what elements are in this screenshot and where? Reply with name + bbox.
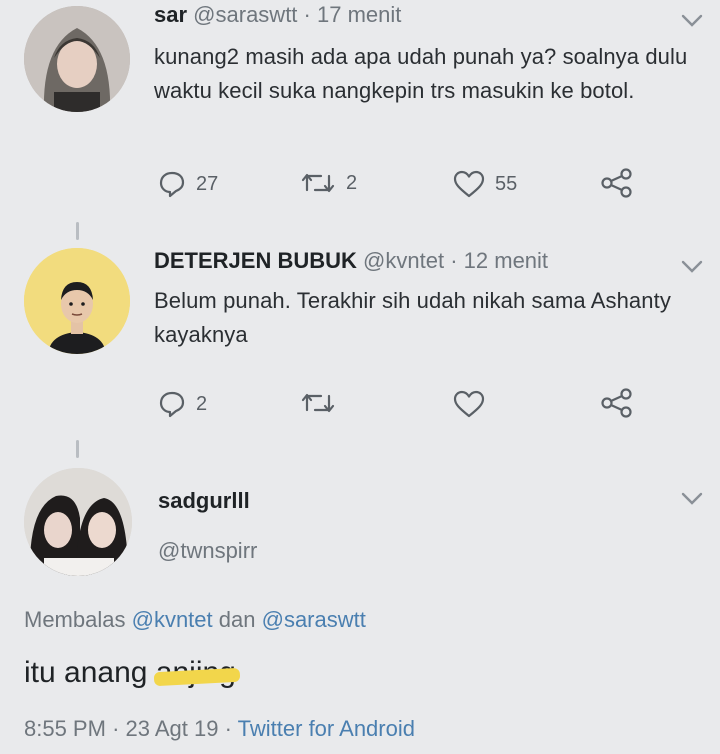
avatar[interactable] bbox=[24, 6, 130, 112]
display-name[interactable]: sadgurlll bbox=[158, 488, 250, 514]
handle[interactable]: @saraswtt bbox=[193, 2, 297, 27]
share-icon[interactable] bbox=[600, 168, 634, 198]
avatar-photo-icon bbox=[24, 6, 130, 112]
tweet-header: sar @saraswtt · 17 menit bbox=[154, 2, 401, 28]
handle[interactable]: @twnspirr bbox=[158, 538, 257, 564]
chevron-down-icon[interactable] bbox=[681, 14, 703, 28]
timestamp[interactable]: 12 menit bbox=[464, 248, 548, 273]
chevron-down-icon[interactable] bbox=[681, 260, 703, 274]
date: 23 Agt 19 bbox=[125, 716, 219, 741]
tweet-text: itu anang anjing bbox=[24, 656, 236, 690]
reply-button[interactable]: 27 bbox=[158, 170, 218, 198]
reply-icon bbox=[159, 171, 185, 198]
source-link[interactable]: Twitter for Android bbox=[238, 716, 415, 741]
separator: · bbox=[303, 2, 311, 27]
like-icon bbox=[453, 390, 485, 418]
timestamp[interactable]: 17 menit bbox=[317, 2, 401, 27]
reply-count: 2 bbox=[196, 393, 208, 415]
tweet-header: DETERJEN BUBUK @kvntet · 12 menit bbox=[154, 248, 548, 274]
tweet-footer: 8:55 PM · 23 Agt 19 · Twitter for Androi… bbox=[24, 716, 415, 742]
replying-prefix: Membalas bbox=[24, 607, 126, 632]
retweet-icon bbox=[301, 393, 335, 413]
handle[interactable]: @kvntet bbox=[363, 248, 444, 273]
separator: · bbox=[112, 716, 120, 741]
like-count: 55 bbox=[495, 173, 518, 195]
separator: · bbox=[450, 248, 458, 273]
retweet-icon bbox=[301, 173, 335, 193]
mention-link[interactable]: @saraswtt bbox=[262, 607, 366, 632]
separator: · bbox=[224, 716, 232, 741]
like-icon bbox=[453, 170, 485, 198]
timestamp: 8:55 PM bbox=[24, 716, 106, 741]
reply-count: 27 bbox=[196, 173, 219, 195]
replying-and: dan bbox=[218, 607, 256, 632]
display-name[interactable]: DETERJEN BUBUK bbox=[154, 248, 357, 273]
thread-line bbox=[76, 222, 79, 240]
reply-icon bbox=[159, 391, 185, 418]
avatar[interactable] bbox=[24, 468, 132, 576]
avatar[interactable] bbox=[24, 248, 130, 354]
chevron-down-icon[interactable] bbox=[681, 492, 703, 506]
replying-to: Membalas @kvntet dan @saraswtt bbox=[24, 607, 366, 633]
mention-link[interactable]: @kvntet bbox=[132, 607, 213, 632]
tweet-text-visible: itu anang bbox=[24, 656, 156, 689]
retweet-button[interactable]: 2 bbox=[300, 170, 357, 196]
avatar-cartoon-icon bbox=[24, 248, 130, 354]
censored-word: anjing bbox=[155, 656, 236, 689]
retweet-button[interactable] bbox=[300, 390, 346, 416]
share-icon[interactable] bbox=[600, 388, 634, 418]
like-button[interactable]: 55 bbox=[453, 170, 517, 198]
avatar-photo-icon bbox=[24, 468, 132, 576]
retweet-count: 2 bbox=[346, 172, 358, 194]
reply-button[interactable]: 2 bbox=[158, 390, 207, 418]
tweet-text: kunang2 masih ada apa udah punah ya? soa… bbox=[154, 44, 688, 103]
tweet-text: Belum punah. Terakhir sih udah nikah sam… bbox=[154, 288, 671, 347]
display-name[interactable]: sar bbox=[154, 2, 187, 27]
thread-line bbox=[76, 440, 79, 458]
like-button[interactable] bbox=[453, 390, 495, 418]
